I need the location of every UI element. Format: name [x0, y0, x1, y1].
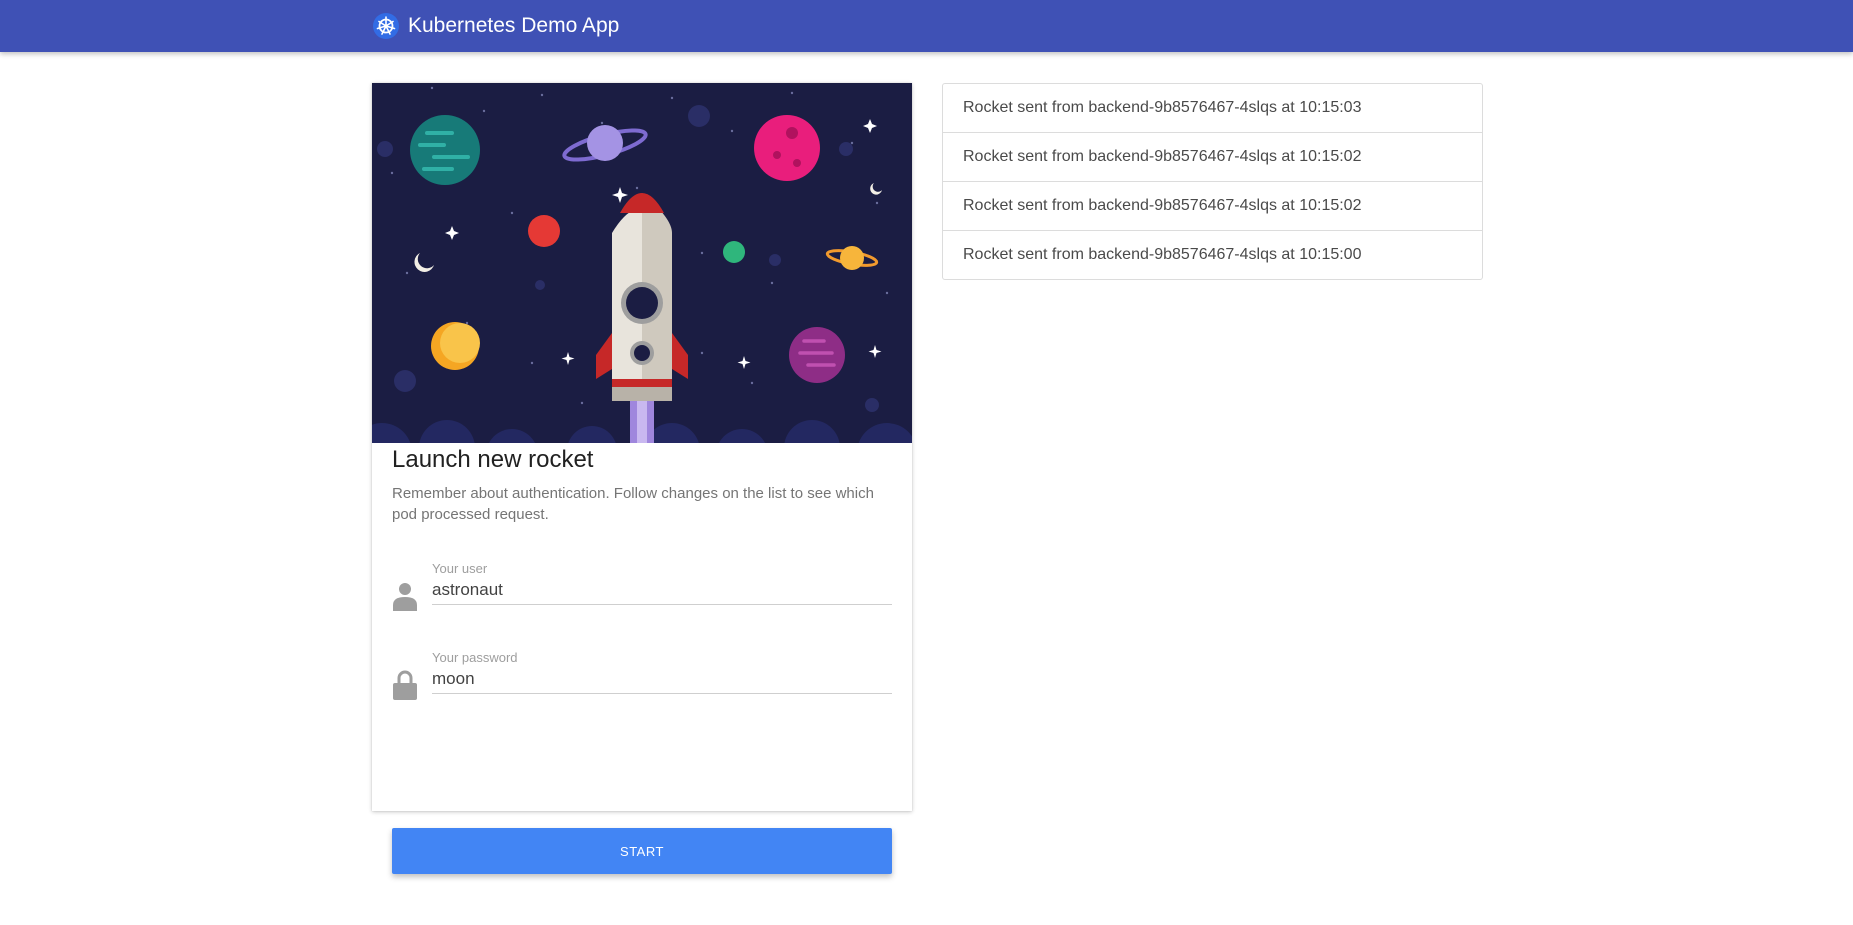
password-field-label: Your password [432, 650, 518, 665]
user-field-label: Your user [432, 561, 488, 576]
list-item: Rocket sent from backend-9b8576467-4slqs… [943, 182, 1482, 231]
card-title: Launch new rocket [392, 446, 594, 473]
password-input[interactable] [432, 664, 892, 694]
list-item: Rocket sent from backend-9b8576467-4slqs… [943, 133, 1482, 182]
person-icon [393, 583, 417, 611]
user-field: Your user [392, 561, 892, 617]
start-button[interactable]: START [392, 828, 892, 874]
launch-rocket-card: Launch new rocket Remember about authent… [372, 83, 912, 874]
list-item: Rocket sent from backend-9b8576467-4slqs… [963, 246, 1362, 263]
card-description: Remember about authentication. Follow ch… [392, 485, 874, 523]
app-brand-link[interactable]: Kubernetes Demo App [372, 0, 619, 52]
app-navbar: Kubernetes Demo App [0, 0, 1853, 52]
rocket-space-illustration [372, 83, 912, 443]
lock-icon [393, 670, 417, 700]
rocket-log-list: Rocket sent from backend-9b8576467-4slqs… [942, 83, 1483, 280]
list-item: Rocket sent from backend-9b8576467-4slqs… [943, 84, 1482, 133]
kubernetes-wheel-icon [373, 13, 399, 39]
user-input[interactable] [432, 575, 892, 605]
password-field: Your password [392, 650, 892, 706]
app-title: Kubernetes Demo App [408, 14, 620, 37]
